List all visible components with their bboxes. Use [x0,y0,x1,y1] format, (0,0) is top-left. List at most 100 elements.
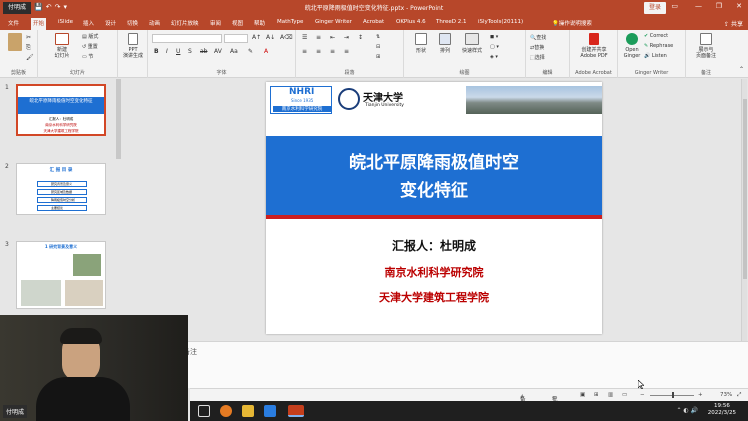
slide-thumbnail-2[interactable]: 汇 报 目 录 研究背景及意义 研究区域及数据 降雨极值时空分析 主要结论 [16,163,106,215]
listen-button[interactable]: 🔊 Listen [644,53,667,59]
shrink-font-icon[interactable]: A↓ [266,34,275,41]
tab-animations[interactable]: 动画 [147,18,162,28]
current-slide[interactable]: NHRI Since 1935 南京水利科学研究院 天津大学 Tianjin U… [266,82,602,334]
arrange-button[interactable]: 排列 [436,33,454,54]
align-text-icon[interactable]: ⊟ [376,44,380,50]
collapse-ribbon-icon[interactable]: ⌃ [739,66,744,73]
maximize-button[interactable]: ❐ [716,2,722,10]
replace-button[interactable]: ⇄替换 [530,44,544,51]
zoom-out-icon[interactable]: − [640,392,645,398]
strikethrough-icon[interactable]: ab [200,48,208,55]
bold-icon[interactable]: B [154,48,159,55]
align-left-icon[interactable]: ≡ [302,48,307,55]
underline-icon[interactable]: U [176,48,180,55]
tray-icons[interactable]: ⌃ ◐ 🔊 [676,407,698,414]
share-button[interactable]: ⇪ 共享 [724,19,743,28]
highlight-icon[interactable]: ✎ [248,48,253,55]
tab-home[interactable]: 开始 [31,18,47,30]
tab-file[interactable]: 文件 [6,18,21,28]
zoom-level[interactable]: 73% [720,392,732,398]
reset-button[interactable]: ↺ 重置 [82,43,98,50]
grow-font-icon[interactable]: A↑ [252,34,261,41]
tab-islytools[interactable]: iSlyTools(20111) [476,18,525,26]
shape-effects-icon[interactable]: ◈ ▾ [490,54,498,60]
tab-acrobat[interactable]: Acrobat [361,18,386,26]
find-button[interactable]: 🔍查找 [530,34,546,41]
notes-button[interactable]: 展示与 页面备注 [690,33,722,59]
cut-icon[interactable]: ✂ [26,34,31,41]
quick-style-button[interactable]: 快速样式 [460,33,484,54]
shape-button[interactable]: 形状 [412,33,430,54]
select-button[interactable]: ⬚选择 [530,54,545,61]
tab-threed[interactable]: ThreeD 2.1 [434,18,468,26]
tab-okplus[interactable]: OKPlus 4.6 [394,18,428,26]
new-slide-button[interactable]: 新建 幻灯片 [52,33,72,59]
font-size-select[interactable] [224,34,248,43]
section-button[interactable]: ▭ 节 [82,53,93,60]
tab-islide[interactable]: iSlide [56,18,75,26]
tab-transitions[interactable]: 切换 [125,18,140,28]
italic-icon[interactable]: I [166,48,168,55]
slide-thumbnail-3[interactable]: 1 研究背景及意义 [16,241,106,309]
tab-review[interactable]: 审阅 [208,18,223,28]
line-spacing-icon[interactable]: ↕ [358,34,363,41]
slideshow-icon[interactable]: ▭ [622,392,627,398]
tab-mathtype[interactable]: MathType [275,18,305,26]
file-explorer-icon[interactable] [242,405,254,417]
zoom-in-icon[interactable]: + [698,392,703,398]
correct-button[interactable]: ✔ Correct [644,33,668,39]
change-case-icon[interactable]: Aa [230,48,238,55]
open-ginger-button[interactable]: Open Ginger [622,33,642,59]
minimize-button[interactable]: — [695,2,702,10]
vscode-icon[interactable] [264,405,276,417]
ppt-gen-button[interactable]: PPT 演讲生成 [121,33,145,59]
tab-view[interactable]: 视图 [230,18,245,28]
tab-design[interactable]: 设计 [103,18,118,28]
bullets-icon[interactable]: ☰ [302,34,307,41]
tab-insert[interactable]: 插入 [81,18,96,28]
tab-slideshow[interactable]: 幻灯片放映 [169,18,201,28]
fit-to-window-icon[interactable]: ⤢ [737,392,741,399]
shape-fill-icon[interactable]: ◼ ▾ [490,34,498,40]
smartart-icon[interactable]: ⊞ [376,54,380,60]
windows-taskbar: 19:56 2022/3/25 ⌃ ◐ 🔊 [190,401,748,421]
font-color-icon[interactable]: A [264,48,268,55]
clear-format-icon[interactable]: A⌫ [280,34,293,41]
thumbnail-scrollbar[interactable] [116,79,121,159]
slide-sorter-icon[interactable]: ⊞ [594,392,599,398]
reading-view-icon[interactable]: ▥ [608,392,613,398]
scrollbar-thumb[interactable] [743,99,747,279]
task-view-icon[interactable] [198,405,210,417]
align-right-icon[interactable]: ≡ [330,48,335,55]
tab-ginger-writer[interactable]: Ginger Writer [313,18,354,26]
increase-indent-icon[interactable]: ⇥ [344,34,349,41]
decrease-indent-icon[interactable]: ⇤ [330,34,335,41]
normal-view-icon[interactable]: ▣ [580,392,585,398]
shape-outline-icon[interactable]: ▢ ▾ [490,44,499,50]
zoom-slider-thumb[interactable] [672,392,674,398]
shadow-icon[interactable]: S [188,48,192,55]
notes-pane[interactable]: 备注 [122,341,748,388]
format-painter-icon[interactable]: 🖌 [26,54,34,61]
copy-icon[interactable]: ⎘ [26,44,31,52]
adobe-pdf-button[interactable]: 创建并共享 Adobe PDF [576,33,612,59]
signin-button[interactable]: 登录 [644,2,666,14]
layout-button[interactable]: ▤ 版式 [82,33,98,40]
firefox-icon[interactable] [220,405,232,417]
char-spacing-icon[interactable]: AV [214,48,222,55]
editor-scrollbar[interactable] [741,79,747,341]
close-button[interactable]: ✕ [736,2,742,10]
powerpoint-taskbar-icon[interactable] [288,405,304,417]
align-center-icon[interactable]: ≡ [316,48,321,55]
tab-help[interactable]: 帮助 [252,18,267,28]
ribbon-display-icon[interactable]: ▭ [671,2,678,10]
numbering-icon[interactable]: ≡ [316,34,321,41]
system-clock[interactable]: 19:56 2022/3/25 [708,403,736,417]
font-name-select[interactable] [152,34,222,43]
text-direction-icon[interactable]: ⇅ [376,34,380,40]
paste-button[interactable] [8,33,22,53]
rephrase-button[interactable]: ✎ Rephrase [644,43,673,49]
justify-icon[interactable]: ≡ [344,48,349,55]
tell-me-search[interactable]: 💡操作说明搜索 [550,18,594,28]
slide-thumbnail-1[interactable]: 皖北平原降雨极值时空变化特征 汇报人：杜明成 南京水利科学研究院 天津大学建筑工… [16,84,106,136]
